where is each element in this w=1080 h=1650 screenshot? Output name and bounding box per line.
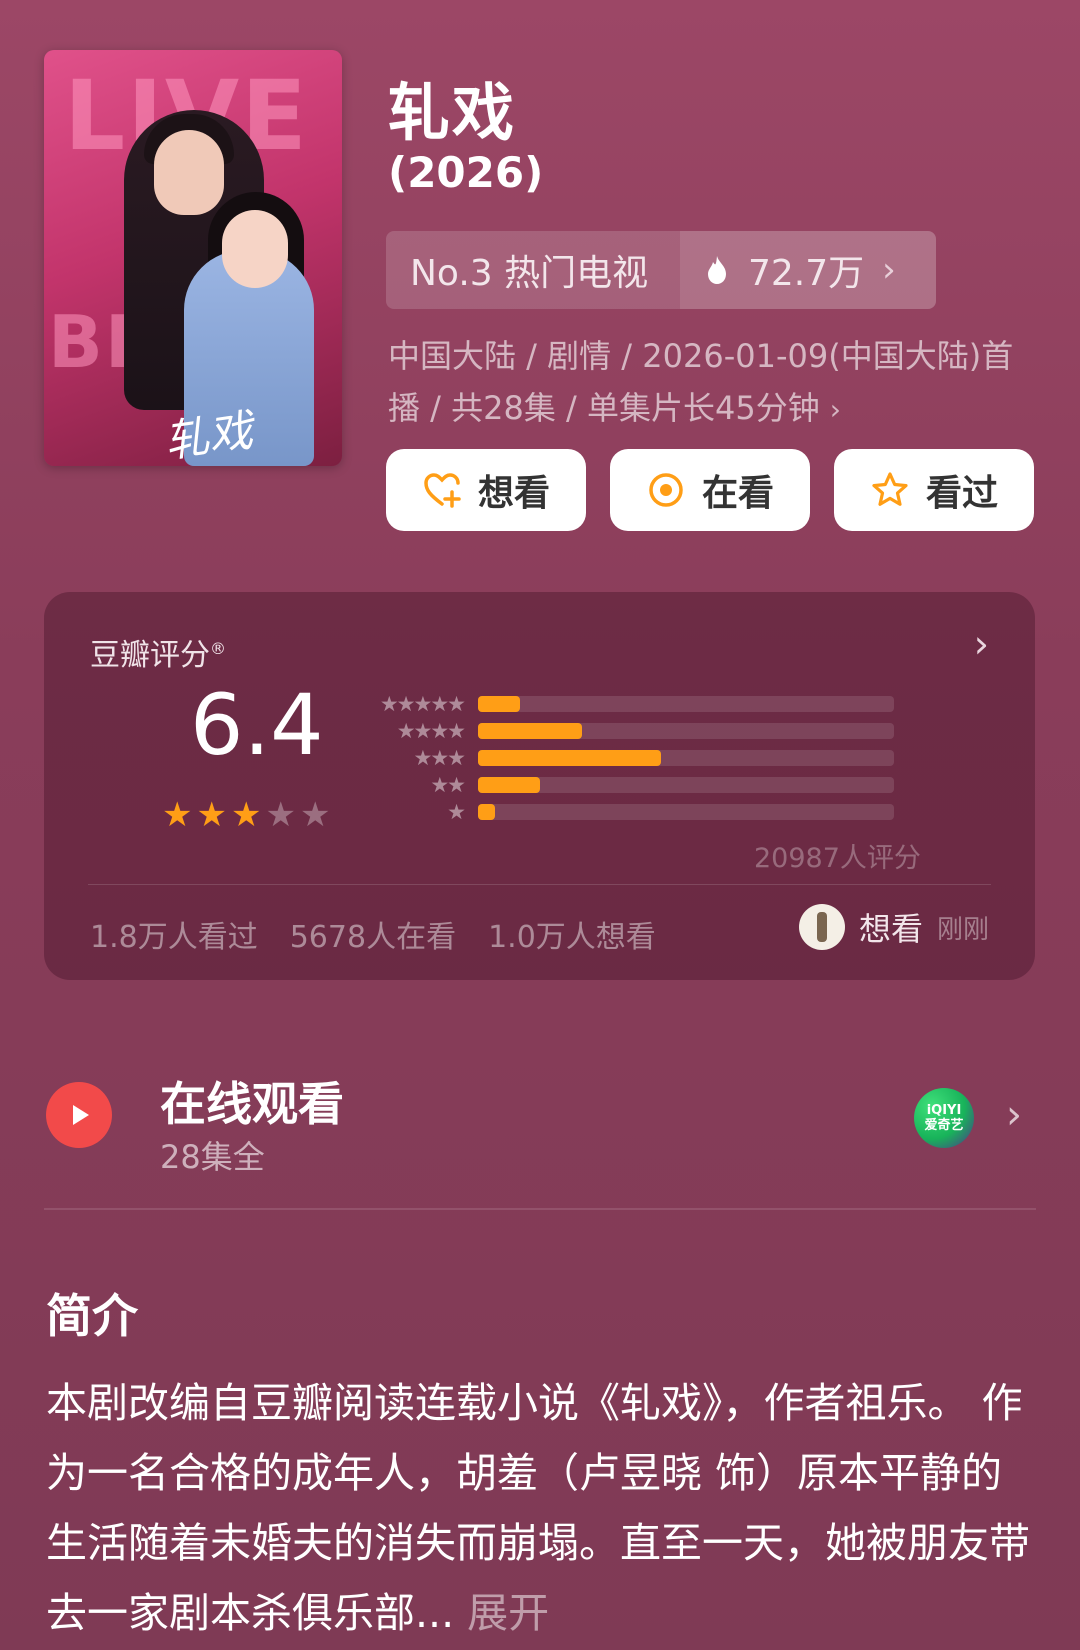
target-icon — [649, 473, 683, 507]
watch-stats: 1.8万人看过 5678人在看 1.0万人想看 — [90, 912, 656, 956]
distribution-stars: ★ — [447, 799, 466, 824]
stat-watched: 1.8万人看过 — [90, 920, 258, 955]
watched-button[interactable]: 看过 — [834, 449, 1034, 531]
distribution-stars: ★★★ — [413, 745, 466, 770]
watched-label: 看过 — [925, 473, 998, 514]
iqiyi-logo[interactable]: iQIYI 爱奇艺 — [914, 1088, 974, 1148]
star-empty-icon: ★ — [265, 795, 296, 835]
divider — [88, 884, 991, 885]
episode-count: 28集全 — [160, 1138, 265, 1176]
intro-title: 简介 — [46, 1289, 138, 1343]
want-label: 想看 — [477, 473, 550, 514]
distribution-bar — [478, 749, 661, 766]
distribution-track — [478, 749, 894, 766]
star-filled-icon: ★ — [196, 795, 227, 835]
distribution-row: ★★★ — [360, 744, 894, 771]
distribution-track — [478, 776, 894, 793]
distribution-track — [478, 695, 894, 712]
recent-time: 刚刚 — [936, 914, 989, 945]
intro-text[interactable]: 本剧改编自豆瓣阅读连载小说《轧戏》，作者祖乐。 作为一名合格的成年人，胡羞（卢昱… — [46, 1368, 1036, 1648]
action-buttons: 想看 在看 看过 — [386, 449, 1034, 531]
watching-label: 在看 — [701, 473, 774, 514]
distribution-bar — [478, 722, 582, 739]
chevron-right-icon[interactable]: › — [974, 622, 989, 666]
vote-count: 20987人评分 — [754, 843, 921, 874]
distribution-row: ★★★★★ — [360, 690, 894, 717]
page-title: 轧戏 — [388, 76, 517, 149]
recent-action: 想看 — [858, 910, 923, 948]
watching-button[interactable]: 在看 — [610, 449, 810, 531]
meta-line: 中国大陆 / 剧情 / 2026-01-09(中国大陆)首 — [388, 337, 1014, 375]
heart-plus-icon — [424, 473, 461, 508]
rank-pill[interactable]: No.3 热门电视 72.7万 › — [386, 231, 936, 309]
rank-label: No.3 热门电视 — [410, 253, 649, 294]
rating-distribution: ★★★★★ ★★★★ ★★★ ★★ ★ — [360, 690, 894, 825]
distribution-bar — [478, 695, 520, 712]
meta-info[interactable]: 中国大陆 / 剧情 / 2026-01-09(中国大陆)首 播 / 共28集 /… — [388, 330, 1028, 436]
divider — [44, 1208, 1036, 1210]
rating-title: 豆瓣评分® — [90, 638, 226, 673]
rating-stars: ★ ★ ★ ★ ★ — [162, 798, 330, 832]
distribution-row: ★★ — [360, 771, 894, 798]
play-icon[interactable] — [46, 1082, 112, 1148]
want-button[interactable]: 想看 — [386, 449, 586, 531]
flame-icon — [708, 256, 726, 284]
distribution-row: ★ — [360, 798, 894, 825]
star-filled-icon: ★ — [230, 795, 262, 835]
watch-online-title[interactable]: 在线观看 — [160, 1068, 344, 1134]
distribution-stars: ★★ — [430, 772, 466, 797]
star-empty-icon: ★ — [299, 795, 331, 835]
stat-watching: 5678人在看 — [289, 920, 457, 955]
heat-section[interactable]: 72.7万 › — [680, 231, 936, 309]
release-year: (2026) — [388, 148, 544, 197]
chevron-right-icon: › — [829, 393, 841, 426]
rating-score: 6.4 — [190, 676, 324, 774]
rating-card[interactable]: 豆瓣评分® › 6.4 ★ ★ ★ ★ ★ ★★★★★ ★★★★ ★★★ ★★ ★ 20987人… — [44, 592, 1035, 980]
stat-want: 1.0万人想看 — [488, 920, 656, 955]
star-filled-icon: ★ — [162, 795, 193, 835]
distribution-track — [478, 722, 894, 739]
chevron-right-icon[interactable]: › — [1006, 1092, 1022, 1138]
distribution-bar — [478, 803, 495, 820]
star-outline-icon — [872, 472, 908, 506]
poster-signature: 轧戏 — [161, 405, 256, 466]
distribution-row: ★★★★ — [360, 717, 894, 744]
expand-link[interactable]: 展开 — [467, 1589, 549, 1637]
distribution-track — [478, 803, 894, 820]
chevron-right-icon: › — [882, 250, 896, 290]
poster-image[interactable]: LIVE BE 轧戏 — [44, 50, 342, 466]
distribution-bar — [478, 776, 540, 793]
distribution-stars: ★★★★ — [396, 718, 466, 743]
meta-line: 播 / 共28集 / 单集片长45分钟 — [388, 389, 820, 427]
distribution-stars: ★★★★★ — [379, 691, 466, 716]
recent-activity[interactable]: 想看 刚刚 — [798, 904, 989, 950]
avatar — [798, 904, 845, 950]
heat-value: 72.7万 — [748, 253, 865, 294]
